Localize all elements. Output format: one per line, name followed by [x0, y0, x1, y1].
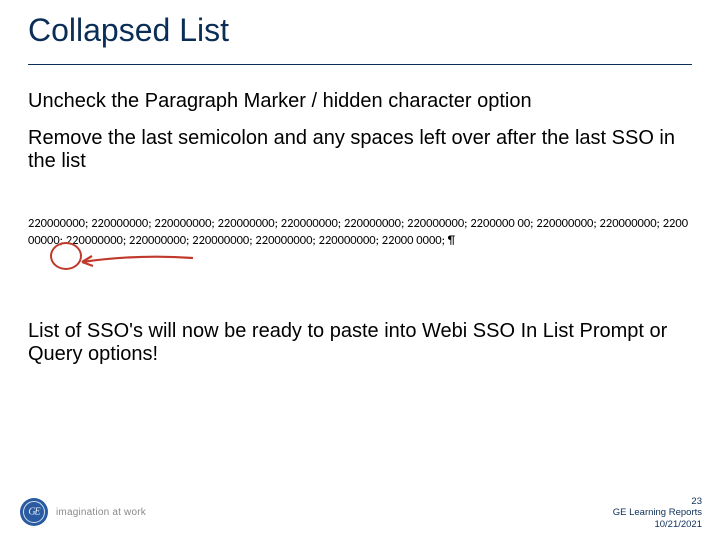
- slide-title: Collapsed List: [28, 12, 229, 49]
- example-block: 220000000; 220000000; 220000000; 2200000…: [28, 216, 692, 250]
- title-divider: [28, 64, 692, 65]
- report-label: GE Learning Reports: [613, 507, 702, 518]
- arrow-annotation: [78, 252, 198, 272]
- tagline: imagination at work: [56, 507, 146, 518]
- body-block-1: Uncheck the Paragraph Marker / hidden ch…: [28, 90, 688, 187]
- paragraph-uncheck: Uncheck the Paragraph Marker / hidden ch…: [28, 90, 688, 113]
- ge-logo-text: GE: [28, 506, 39, 517]
- paragraph-remove: Remove the last semicolon and any spaces…: [28, 127, 688, 173]
- body-block-2: List of SSO's will now be ready to paste…: [28, 320, 688, 366]
- ge-logo-icon: GE: [20, 498, 48, 526]
- example-text: 220000000; 220000000; 220000000; 2200000…: [28, 216, 692, 250]
- report-date: 10/21/2021: [613, 519, 702, 530]
- slide: Collapsed List Uncheck the Paragraph Mar…: [0, 0, 720, 540]
- footer: GE imagination at work: [20, 498, 146, 526]
- page-number: 23: [613, 496, 702, 507]
- slide-meta: 23 GE Learning Reports 10/21/2021: [613, 496, 702, 530]
- paragraph-ready: List of SSO's will now be ready to paste…: [28, 320, 688, 366]
